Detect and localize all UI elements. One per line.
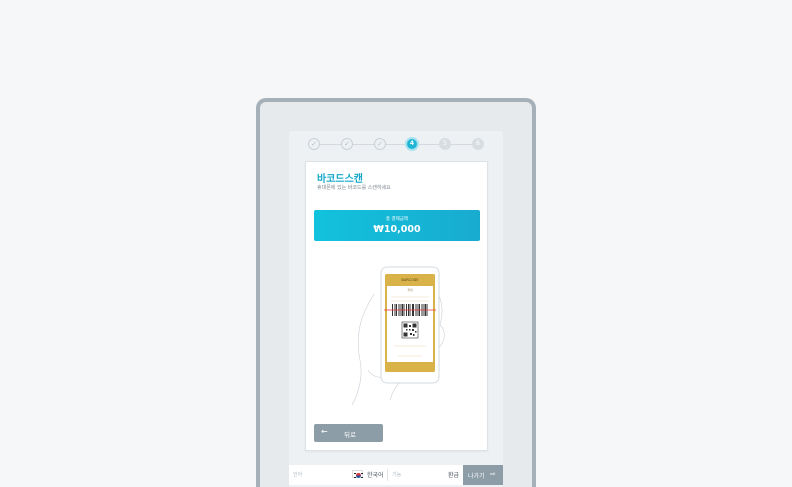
page-title: 바코드스캔: [317, 174, 363, 185]
language-label: 언어: [293, 472, 303, 478]
total-amount-label: 총 결제금액: [385, 217, 409, 222]
phone-header: BARCODE: [401, 278, 418, 282]
step-1: [308, 138, 320, 150]
step-5: 5: [439, 138, 451, 150]
back-button-label: 뒤로: [344, 431, 356, 439]
phone-sub: 결제: [407, 288, 413, 292]
kiosk-frame: 4 5 6 바코드스캔 휴대폰에 있는 바코드를 스캔하세요 총 결제금액 ₩1…: [256, 98, 536, 487]
phone-scan-illustration: BARCODE 결제: [351, 266, 445, 405]
function-select[interactable]: 환급: [448, 470, 459, 479]
scan-card: 바코드스캔 휴대폰에 있는 바코드를 스캔하세요 총 결제금액 ₩10,000 …: [305, 161, 488, 451]
total-amount-banner: 총 결제금액 ₩10,000: [314, 210, 480, 241]
page-subtitle: 휴대폰에 있는 바코드를 스캔하세요: [317, 185, 391, 191]
total-amount-value: ₩10,000: [373, 224, 421, 235]
kiosk-screen: 4 5 6 바코드스캔 휴대폰에 있는 바코드를 스캔하세요 총 결제금액 ₩1…: [289, 131, 503, 487]
language-select[interactable]: 한국어: [367, 470, 384, 479]
stepper-track: [311, 144, 483, 145]
progress-stepper: 4 5 6: [305, 137, 491, 152]
function-label: 기능: [392, 472, 402, 478]
step-2: [341, 138, 353, 150]
step-6: 6: [472, 138, 484, 150]
arrow-left-icon: ←: [321, 427, 328, 436]
exit-button-label: 나가기: [468, 473, 485, 480]
footer-bar: 언어 한국어 기능 환급 나가기 ⇨: [289, 465, 503, 485]
korea-flag-icon: [352, 470, 363, 478]
footer-divider: [387, 469, 388, 481]
step-4: 4: [405, 137, 419, 151]
back-button[interactable]: ← 뒤로: [314, 424, 383, 442]
exit-button[interactable]: 나가기 ⇨: [463, 465, 503, 485]
qr-code: [401, 321, 419, 339]
exit-icon: ⇨: [490, 470, 496, 478]
step-3: [374, 138, 386, 150]
